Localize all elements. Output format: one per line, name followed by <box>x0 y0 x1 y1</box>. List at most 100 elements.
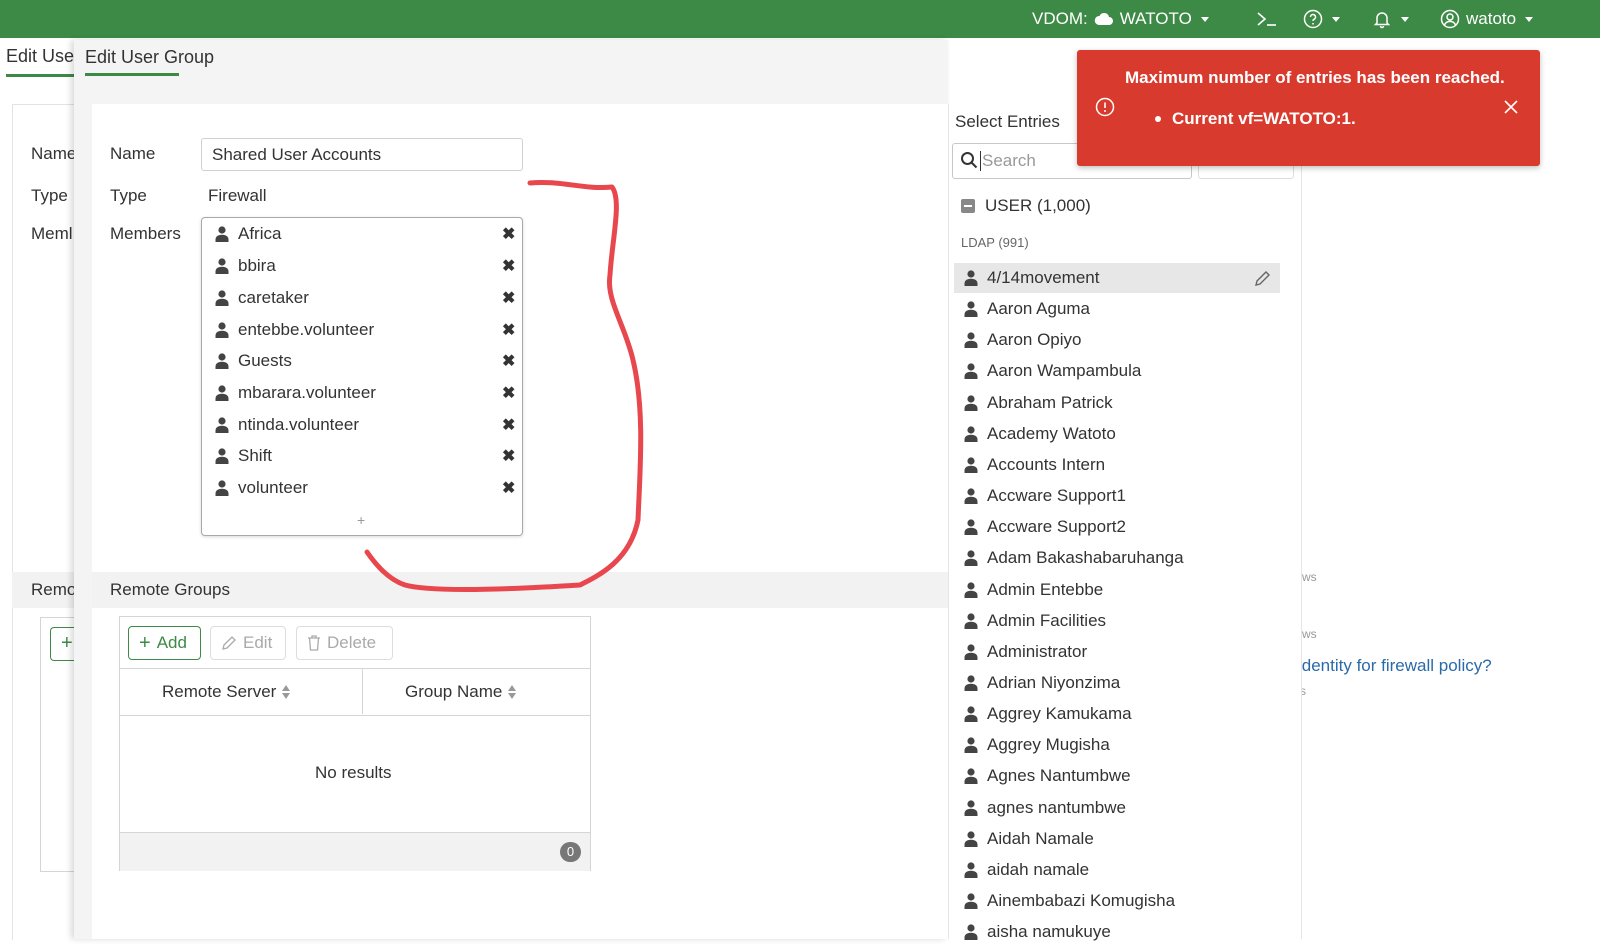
entry-label: Aaron Wampambula <box>987 361 1142 380</box>
entry-item[interactable]: Ainembabazi Komugisha <box>954 886 1280 916</box>
entry-item[interactable]: Accounts Intern <box>954 450 1280 480</box>
column-remote-server[interactable]: Remote Server <box>162 682 291 702</box>
add-label: Add <box>156 633 187 652</box>
entry-item[interactable]: Aggrey Kamukama <box>954 699 1280 729</box>
entry-label: Adrian Niyonzima <box>987 673 1121 692</box>
user-menu[interactable]: watoto <box>1440 0 1534 38</box>
type-value: Firewall <box>208 186 267 205</box>
remove-member-icon[interactable]: ✖ <box>502 256 515 276</box>
entry-item[interactable]: Aaron Opiyo <box>954 325 1280 355</box>
alert-icon <box>1095 97 1115 117</box>
help-menu[interactable] <box>1303 0 1340 38</box>
chevron-down-icon <box>1332 16 1340 22</box>
remove-member-icon[interactable]: ✖ <box>502 446 515 466</box>
edit-button[interactable]: Edit <box>210 626 286 660</box>
select-entries-title: Select Entries <box>955 112 1060 131</box>
user-icon <box>964 550 978 566</box>
entry-item[interactable]: Abraham Patrick <box>954 388 1280 418</box>
entry-item[interactable]: Adrian Niyonzima <box>954 668 1280 698</box>
chevron-down-icon <box>1200 16 1209 22</box>
username: watoto <box>1466 9 1517 28</box>
background-text: ws <box>1302 627 1317 641</box>
remove-member-icon[interactable]: ✖ <box>502 478 515 498</box>
user-icon <box>964 426 978 442</box>
user-circle-icon <box>1440 9 1460 29</box>
member-label: Shift <box>238 446 273 465</box>
remove-member-icon[interactable]: ✖ <box>502 288 515 308</box>
user-icon <box>964 924 978 940</box>
background-tab-edit-user[interactable]: Edit Use <box>6 46 74 67</box>
entry-item[interactable]: aisha namukuye <box>954 917 1280 947</box>
notifications-menu[interactable] <box>1372 0 1409 38</box>
entry-item[interactable]: aidah namale <box>954 855 1280 885</box>
entry-item[interactable]: Admin Facilities <box>954 606 1280 636</box>
user-icon <box>964 800 978 816</box>
collapse-icon[interactable] <box>961 199 975 213</box>
column-group-name[interactable]: Group Name <box>405 682 517 702</box>
cloud-icon <box>1094 12 1113 25</box>
type-label: Type <box>110 186 147 205</box>
members-field[interactable]: Africa ✖ bbira ✖ caretaker ✖ entebbe.vol… <box>201 217 523 536</box>
remove-member-icon[interactable]: ✖ <box>502 351 515 371</box>
remove-member-icon[interactable]: ✖ <box>502 383 515 403</box>
vdom-selector[interactable]: VDOM: WATOTO <box>1032 0 1209 38</box>
cli-console-button[interactable] <box>1256 0 1278 38</box>
entry-item[interactable]: Academy Watoto <box>954 419 1280 449</box>
add-button[interactable]: + Add <box>128 626 201 660</box>
sort-icon <box>508 685 517 699</box>
delete-button[interactable]: Delete <box>296 626 393 660</box>
entry-item[interactable]: Administrator <box>954 637 1280 667</box>
remove-member-icon[interactable]: ✖ <box>502 415 515 435</box>
remove-member-icon[interactable]: ✖ <box>502 224 515 244</box>
entry-label: Ainembabazi Komugisha <box>987 891 1176 910</box>
user-icon <box>964 737 978 753</box>
entry-label: Academy Watoto <box>987 424 1116 443</box>
user-icon <box>215 290 229 306</box>
result-count-badge: 0 <box>560 842 581 862</box>
vdom-value: WATOTO <box>1119 9 1192 28</box>
member-label: ntinda.volunteer <box>238 415 359 434</box>
user-icon <box>964 893 978 909</box>
entry-item[interactable]: Accware Support1 <box>954 481 1280 511</box>
entry-item[interactable]: agnes nantumbwe <box>954 793 1280 823</box>
entry-label: aidah namale <box>987 860 1090 879</box>
background-label-type: Type <box>31 186 68 205</box>
entry-item[interactable]: Aaron Aguma <box>954 294 1280 324</box>
remove-member-icon[interactable]: ✖ <box>502 320 515 340</box>
member-label: Africa <box>238 224 282 243</box>
close-icon[interactable] <box>1502 98 1520 116</box>
entry-label: 4/14movement <box>987 268 1100 287</box>
help-link[interactable]: identity for firewall policy? <box>1298 656 1492 676</box>
user-icon <box>964 831 978 847</box>
name-input[interactable]: Shared User Accounts <box>201 138 523 171</box>
sort-icon <box>282 685 291 699</box>
member-item: caretaker ✖ <box>202 283 522 313</box>
tab-underline <box>6 74 76 77</box>
entry-label: Accware Support2 <box>987 517 1126 536</box>
column-label: Remote Server <box>162 682 277 701</box>
entry-item[interactable]: Aggrey Mugisha <box>954 730 1280 760</box>
pencil-icon[interactable] <box>1254 269 1272 287</box>
user-icon <box>964 332 978 348</box>
member-item: entebbe.volunteer ✖ <box>202 315 522 345</box>
entry-item[interactable]: Admin Entebbe <box>954 575 1280 605</box>
entry-item[interactable]: Adam Bakashabaruhanga <box>954 543 1280 573</box>
user-icon <box>215 480 229 496</box>
add-member-button[interactable]: + <box>357 512 365 528</box>
entry-label: Adam Bakashabaruhanga <box>987 548 1184 567</box>
entry-item[interactable]: Aaron Wampambula <box>954 356 1280 386</box>
user-icon <box>964 862 978 878</box>
member-item: Africa ✖ <box>202 219 522 249</box>
entry-item[interactable]: 4/14movement <box>954 263 1280 293</box>
entry-item[interactable]: Accware Support2 <box>954 512 1280 542</box>
entry-item[interactable]: Agnes Nantumbwe <box>954 761 1280 791</box>
column-divider <box>362 669 363 714</box>
background-label-name: Name <box>31 144 77 163</box>
member-item: volunteer ✖ <box>202 473 522 503</box>
edit-label: Edit <box>243 633 273 652</box>
entry-item[interactable]: Aidah Namale <box>954 824 1280 854</box>
member-label: entebbe.volunteer <box>238 320 375 339</box>
bell-icon <box>1373 12 1391 29</box>
user-icon <box>215 258 229 274</box>
category-user[interactable]: USER (1,000) <box>961 196 1091 216</box>
